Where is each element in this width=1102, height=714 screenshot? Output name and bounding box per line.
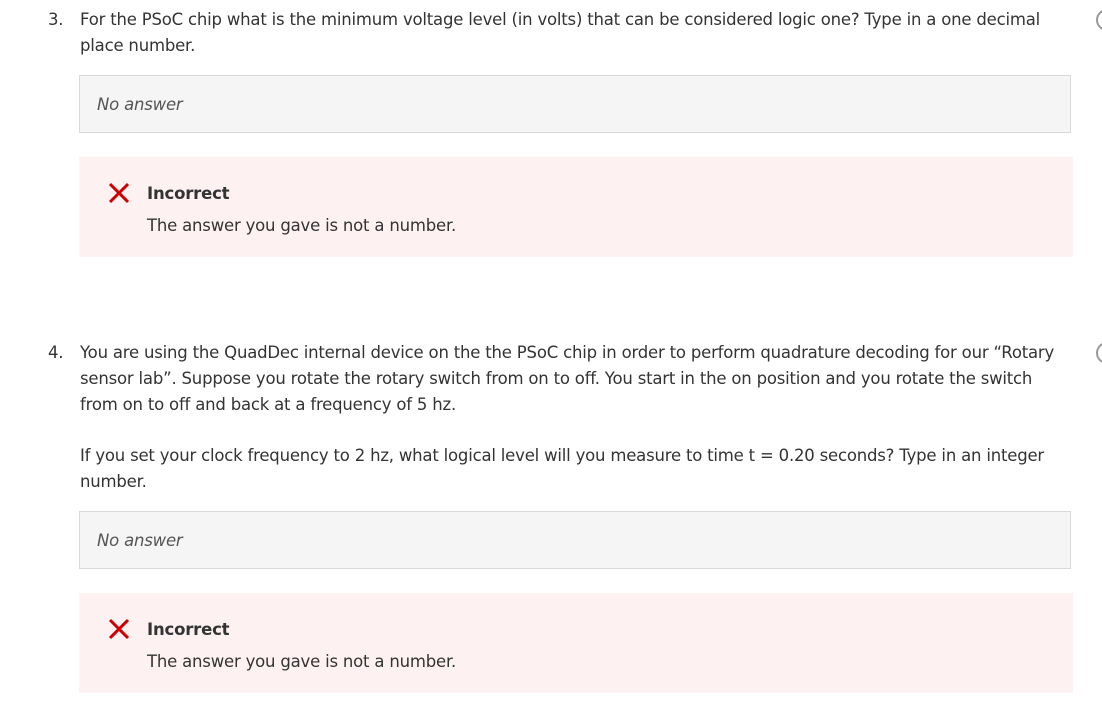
question-paragraph: For the PSoC chip what is the minimum vo…	[80, 10, 1041, 55]
question-text: For the PSoC chip what is the minimum vo…	[80, 7, 1072, 84]
question-flag-marker[interactable]	[1096, 9, 1102, 31]
answer-value: No answer	[97, 531, 183, 550]
feedback-panel: Incorrect The answer you gave is not a n…	[79, 157, 1073, 257]
feedback-panel: Incorrect The answer you gave is not a n…	[79, 593, 1073, 693]
answer-field[interactable]: No answer	[79, 511, 1071, 569]
answer-field[interactable]: No answer	[79, 75, 1071, 133]
close-icon	[108, 618, 130, 640]
question-paragraph: If you set your clock frequency to 2 hz,…	[80, 446, 1045, 491]
close-icon	[108, 182, 130, 204]
question-number: 4.	[48, 343, 64, 362]
question-number: 3.	[48, 10, 64, 29]
question-text: You are using the QuadDec internal devic…	[80, 340, 1072, 520]
question-paragraph: You are using the QuadDec internal devic…	[80, 343, 1055, 414]
question-flag-marker[interactable]	[1096, 342, 1102, 364]
answer-value: No answer	[97, 95, 183, 114]
feedback-message: The answer you gave is not a number.	[147, 652, 457, 671]
feedback-message: The answer you gave is not a number.	[147, 216, 457, 235]
feedback-status: Incorrect	[147, 184, 230, 203]
feedback-status: Incorrect	[147, 620, 230, 639]
